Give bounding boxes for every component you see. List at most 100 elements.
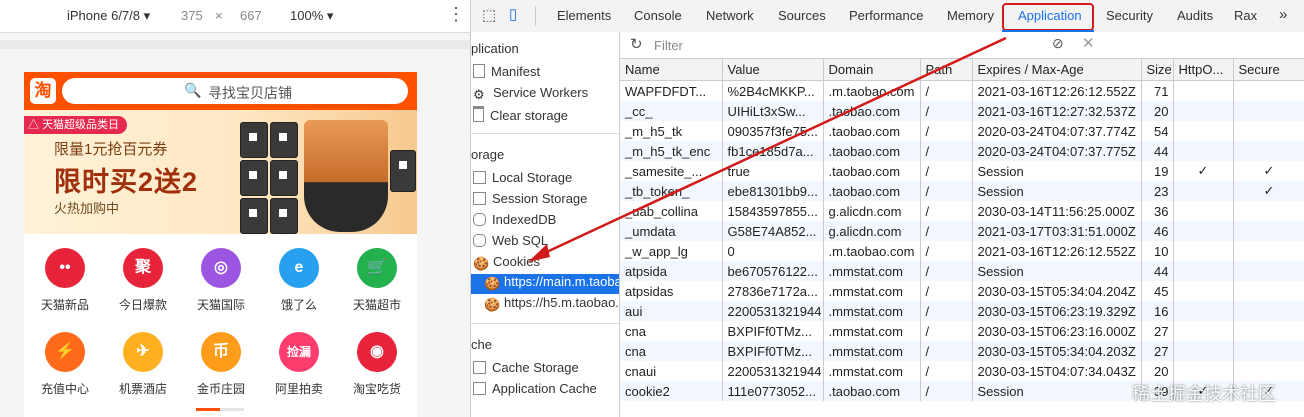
- table-cell: cnaui: [620, 361, 723, 381]
- table-row[interactable]: _w_app_lg 0 .m.taobao.com/2021-03-16T12:26…: [620, 241, 1304, 261]
- shortcut-icon: ✈: [123, 332, 163, 372]
- table-cell: 2020-03-24T04:07:37.775Z: [972, 141, 1142, 161]
- shortcut-label: 天猫国际: [196, 298, 245, 312]
- table-cell: WAPFDFDT...: [620, 80, 723, 101]
- tab-application[interactable]: Application: [1018, 8, 1082, 23]
- app-shortcut[interactable]: ◉ 淘宝吃货: [338, 332, 416, 397]
- table-row[interactable]: WAPFDFDT... %2B4cMKKP... .m.taobao.com/202…: [620, 80, 1304, 101]
- table-row[interactable]: _m_h5_tk_enc fb1ce185d7a... .taobao.com/20…: [620, 141, 1304, 161]
- sidebar-item-websql[interactable]: Web SQL: [473, 233, 619, 253]
- table-cell: G58E74A852...: [722, 221, 824, 241]
- tab-memory[interactable]: Memory: [947, 8, 994, 23]
- sidebar-item-label: Web SQL: [492, 233, 549, 248]
- device-select[interactable]: iPhone 6/7/8 ▾: [67, 8, 150, 24]
- app-shortcut[interactable]: e 饿了么: [260, 248, 338, 313]
- tab-sources[interactable]: Sources: [778, 8, 826, 23]
- tab-elements[interactable]: Elements: [557, 8, 611, 23]
- column-header[interactable]: HttpO...: [1173, 59, 1234, 81]
- table-cell: _samesite_...: [620, 161, 723, 181]
- app-shortcut[interactable]: ◎ 天猫国际: [182, 248, 260, 313]
- app-shortcut[interactable]: •• 天猫新品: [26, 248, 104, 313]
- table-cell: [1233, 201, 1304, 221]
- filter-input[interactable]: [652, 35, 1036, 56]
- tab-audits[interactable]: Audits: [1177, 8, 1213, 23]
- delete-selected-icon[interactable]: ✕: [1082, 34, 1095, 52]
- tab-security[interactable]: Security: [1106, 8, 1153, 23]
- taobao-logo[interactable]: 淘: [30, 78, 56, 104]
- table-cell: 20: [1141, 361, 1174, 381]
- sidebar-item-cookie-main[interactable]: 🍪 https://main.m.taobao.: [471, 274, 619, 294]
- table-row[interactable]: _tb_token_ ebe81301bb9... .taobao.com / Sess…: [620, 181, 1304, 201]
- clear-all-icon[interactable]: ⊘: [1052, 35, 1064, 52]
- sidebar-item-cookies[interactable]: 🍪 Cookies: [473, 254, 619, 274]
- table-row[interactable]: cnaui 2200531321944 .mmstat.com/2030-03-15…: [620, 361, 1304, 381]
- column-header[interactable]: Secure: [1233, 59, 1304, 81]
- tab-network[interactable]: Network: [706, 8, 754, 23]
- database-icon: [473, 213, 486, 226]
- search-box[interactable]: 🔍 寻找宝贝店铺: [62, 78, 408, 104]
- table-cell: 2021-03-17T03:31:51.000Z: [972, 221, 1142, 241]
- table-row[interactable]: atpsida be670576122... .mmstat.com / Session…: [620, 261, 1304, 281]
- more-tabs-icon[interactable]: »: [1279, 6, 1287, 23]
- table-cell: /: [920, 341, 973, 361]
- tab-rax[interactable]: Rax: [1234, 8, 1257, 23]
- sidebar-item-local-storage[interactable]: Local Storage: [473, 170, 619, 190]
- app-shortcut[interactable]: 🛒 天猫超市: [338, 248, 416, 313]
- app-shortcut[interactable]: ✈ 机票酒店: [104, 332, 182, 397]
- sidebar-item-clear-storage[interactable]: Clear storage: [473, 106, 619, 126]
- sidebar-item-session-storage[interactable]: Session Storage: [473, 191, 619, 211]
- sidebar-item-service-workers[interactable]: ⚙ Service Workers: [473, 85, 619, 105]
- app-shortcut[interactable]: 聚今日爆款: [104, 248, 182, 313]
- sidebar-item-cache-storage[interactable]: Cache Storage: [473, 360, 619, 380]
- horizontal-ruler: [0, 40, 470, 49]
- column-header[interactable]: Size: [1141, 59, 1174, 81]
- sidebar-item-manifest[interactable]: Manifest: [473, 64, 619, 84]
- app-shortcut[interactable]: 捡漏 阿里拍卖: [260, 332, 338, 397]
- column-header[interactable]: Domain: [823, 59, 921, 81]
- table-row[interactable]: _samesite_... true .taobao.com / Session 19 ✓ ✓: [620, 161, 1304, 181]
- table-cell: [1233, 221, 1304, 241]
- promo-banner[interactable]: △ 天猫超级品类日 限量1元抢百元券 限时买2送2 火热加购中: [24, 110, 417, 234]
- table-row[interactable]: _m_h5_tk 090357f3fe75... .taobao.com/2020-…: [620, 121, 1304, 141]
- product-image: [270, 198, 298, 234]
- table-cell: /: [920, 101, 973, 121]
- table-cell: 2030-03-14T11:56:25.000Z: [972, 201, 1142, 221]
- phone-viewport[interactable]: 淘 🔍 寻找宝贝店铺 △ 天猫超级品类日 限量1元抢百元券 限时买2送2 火热加…: [24, 72, 417, 417]
- column-header[interactable]: Expires / Max-Age: [972, 59, 1142, 81]
- tab-console[interactable]: Console: [634, 8, 682, 23]
- table-cell: 10: [1141, 241, 1174, 261]
- table-row[interactable]: cna BXPIFf0TMz... .mmstat.com/2030-03-15T0…: [620, 321, 1304, 341]
- table-row[interactable]: _uab_collina 15843597855... g.alicdn.com/2…: [620, 201, 1304, 221]
- sidebar-item-cookie-h5[interactable]: 🍪 https://h5.m.taobao.c: [484, 295, 619, 315]
- table-cell: [1233, 80, 1304, 101]
- app-shortcut[interactable]: ⚡ 充值中心: [26, 332, 104, 397]
- column-header[interactable]: Value: [722, 59, 824, 81]
- table-row[interactable]: atpsidas 27836e7172a... .mmstat.com/2030-0…: [620, 281, 1304, 301]
- table-cell: /: [920, 141, 973, 161]
- zoom-select[interactable]: 100% ▾: [290, 8, 333, 24]
- refresh-icon[interactable]: ↻: [630, 35, 643, 53]
- sidebar-item-application-cache[interactable]: Application Cache: [473, 381, 619, 401]
- table-cell: ebe81301bb9...: [722, 181, 824, 201]
- table-row[interactable]: aui 2200531321944 .mmstat.com/2030-03-15T0…: [620, 301, 1304, 321]
- column-header[interactable]: Name: [620, 59, 723, 81]
- table-cell: Session: [972, 381, 1142, 401]
- sidebar-item-indexeddb[interactable]: IndexedDB: [473, 212, 619, 232]
- device-width-field[interactable]: 375: [181, 8, 203, 23]
- table-cell: aui: [620, 301, 723, 321]
- table-row[interactable]: _umdata G58E74A852... g.alicdn.com/2021-03…: [620, 221, 1304, 241]
- table-cell: .taobao.com: [823, 381, 921, 401]
- more-options-icon[interactable]: ⋮: [447, 4, 465, 25]
- tab-performance[interactable]: Performance: [849, 8, 923, 23]
- device-height-field[interactable]: 667: [240, 8, 262, 23]
- table-cell: [1173, 221, 1234, 241]
- cookie-filter-bar: ↻ ⊘ ✕: [620, 32, 1304, 59]
- inspect-element-icon[interactable]: ⬚: [482, 6, 496, 24]
- table-row[interactable]: cna BXPIFf0TMz... .mmstat.com/2030-03-15T0…: [620, 341, 1304, 361]
- shortcut-icon: 捡漏: [279, 332, 319, 372]
- app-shortcut[interactable]: 币金币庄园: [182, 332, 260, 397]
- table-row[interactable]: _cc_ UIHiLt3xSw... .taobao.com/2021-03-16T…: [620, 101, 1304, 121]
- shortcut-icon: 🛒: [357, 248, 397, 288]
- column-header[interactable]: Path: [920, 59, 973, 81]
- device-toggle-icon[interactable]: ▯: [509, 5, 517, 23]
